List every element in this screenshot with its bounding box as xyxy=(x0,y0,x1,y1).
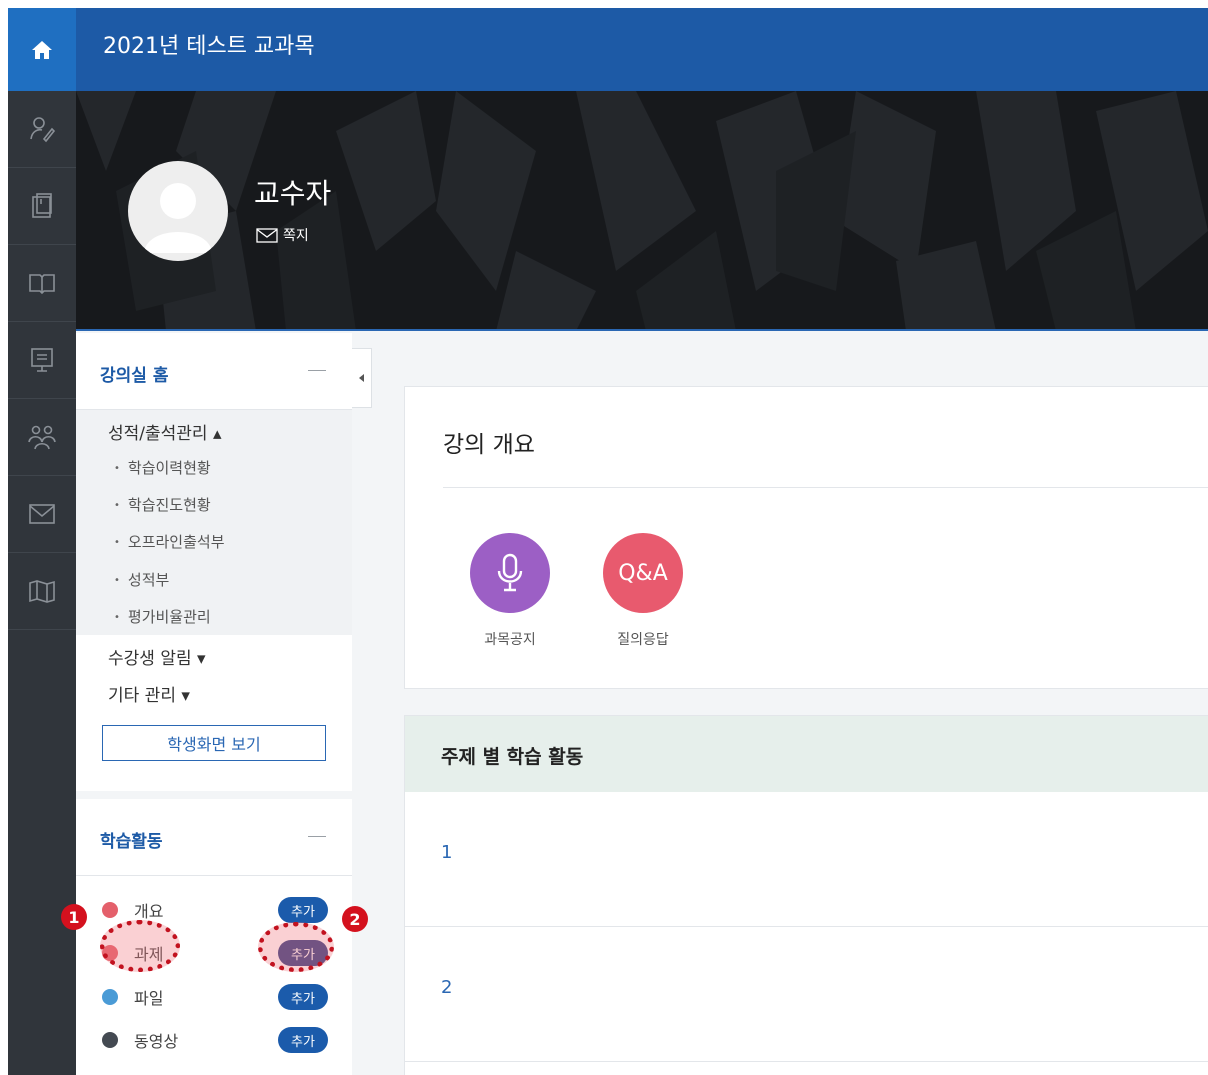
app-frame: 2021년 테스트 교과목 교수자 쪽지 강의실 홈 성적/출석관리 ▴ • 학… xyxy=(8,8,1208,1075)
map-icon xyxy=(29,580,55,603)
message-link[interactable]: 쪽지 xyxy=(256,225,309,245)
activity-label: 개요 xyxy=(134,902,164,921)
topic-row: 2 xyxy=(405,927,1208,1062)
submenu-item[interactable]: 학습진도현황 xyxy=(114,494,211,515)
highlight-add-button xyxy=(258,922,334,972)
topics-title: 주제 별 학습 활동 xyxy=(441,746,584,768)
menu-etc[interactable]: 기타 관리 ▾ xyxy=(108,681,190,706)
quick-link-qna[interactable]: Q&A 질의응답 xyxy=(602,533,684,649)
sidebar-toggle[interactable] xyxy=(352,348,372,408)
caret-left-icon xyxy=(358,374,364,382)
activity-item-video: 동영상 추가 xyxy=(102,1025,328,1055)
rail-item-presentation[interactable] xyxy=(8,322,76,399)
divider xyxy=(443,487,1208,488)
activity-panel-title[interactable]: 학습활동 xyxy=(100,827,163,852)
activity-item-file: 파일 추가 xyxy=(102,982,328,1012)
people-group-icon xyxy=(28,425,56,450)
home-panel-header: 강의실 홈 xyxy=(76,333,352,410)
add-overview-button[interactable]: 추가 xyxy=(278,897,328,923)
microphone-icon xyxy=(497,553,523,592)
course-title: 2021년 테스트 교과목 xyxy=(103,34,315,59)
professor-name: 교수자 xyxy=(254,177,332,210)
submenu-item[interactable]: 성적부 xyxy=(114,569,169,590)
rail-item-people[interactable] xyxy=(8,399,76,476)
step-badge-1: 1 xyxy=(61,904,87,930)
submenu-item[interactable]: 오프라인출석부 xyxy=(114,531,225,552)
envelope-icon xyxy=(256,227,278,243)
qna-button[interactable]: Q&A xyxy=(603,533,683,613)
step-badge-2: 2 xyxy=(342,906,368,932)
topic-activities: 주제 별 학습 활동 1 2 xyxy=(404,715,1208,1075)
rail-item-mail[interactable] xyxy=(8,476,76,553)
user-silhouette-icon xyxy=(144,183,212,253)
collapse-icon[interactable] xyxy=(308,370,326,371)
pencil-icon xyxy=(102,902,118,918)
menu-grade-attendance[interactable]: 성적/출석관리 ▴ xyxy=(108,419,222,444)
topic-row: 1 xyxy=(405,792,1208,927)
topic-number[interactable]: 2 xyxy=(441,977,452,998)
student-view-button[interactable]: 학생화면 보기 xyxy=(102,725,326,761)
notebook-icon xyxy=(32,193,52,218)
file-icon xyxy=(102,989,118,1005)
panel-divider xyxy=(76,791,352,799)
banner-pattern xyxy=(76,91,1208,331)
play-icon xyxy=(102,1032,118,1048)
rail-item-notebook[interactable] xyxy=(8,168,76,245)
collapse-icon[interactable] xyxy=(308,836,326,837)
rail-item-profile[interactable] xyxy=(8,91,76,168)
topics-header: 주제 별 학습 활동 xyxy=(405,716,1208,792)
highlight-assignment xyxy=(100,920,180,972)
top-bar: 2021년 테스트 교과목 xyxy=(8,8,1208,91)
home-icon xyxy=(32,40,52,59)
add-file-button[interactable]: 추가 xyxy=(278,984,328,1010)
message-label: 쪽지 xyxy=(283,228,309,244)
home-panel-title[interactable]: 강의실 홈 xyxy=(100,361,168,386)
topic-number[interactable]: 1 xyxy=(441,842,452,863)
avatar[interactable] xyxy=(128,161,228,261)
quick-link-label: 질의응답 xyxy=(617,632,669,648)
activity-panel-header: 학습활동 xyxy=(76,799,352,876)
overview-title: 강의 개요 xyxy=(443,432,535,458)
submenu-item[interactable]: 평가비율관리 xyxy=(114,606,211,627)
qna-icon: Q&A xyxy=(618,560,668,586)
quick-link-notice[interactable]: 과목공지 xyxy=(469,533,551,649)
add-video-button[interactable]: 추가 xyxy=(278,1027,328,1053)
rail-item-map[interactable] xyxy=(8,553,76,630)
menu-student-notify[interactable]: 수강생 알림 ▾ xyxy=(108,644,206,669)
banner-edge xyxy=(76,329,1208,331)
course-overview-card: 강의 개요 과목공지 Q&A 질의응답 xyxy=(404,386,1208,689)
rail-item-book[interactable] xyxy=(8,245,76,322)
submenu-item[interactable]: 학습이력현황 xyxy=(114,457,211,478)
home-button[interactable] xyxy=(8,8,76,91)
activity-label: 파일 xyxy=(134,989,164,1008)
activity-label: 동영상 xyxy=(134,1032,179,1051)
presentation-icon xyxy=(31,348,53,372)
open-book-icon xyxy=(29,274,55,295)
profile-banner: 교수자 쪽지 xyxy=(76,91,1208,331)
quick-link-label: 과목공지 xyxy=(484,632,536,648)
notice-button[interactable] xyxy=(470,533,550,613)
person-edit-icon xyxy=(30,117,56,143)
envelope-icon xyxy=(29,504,55,524)
